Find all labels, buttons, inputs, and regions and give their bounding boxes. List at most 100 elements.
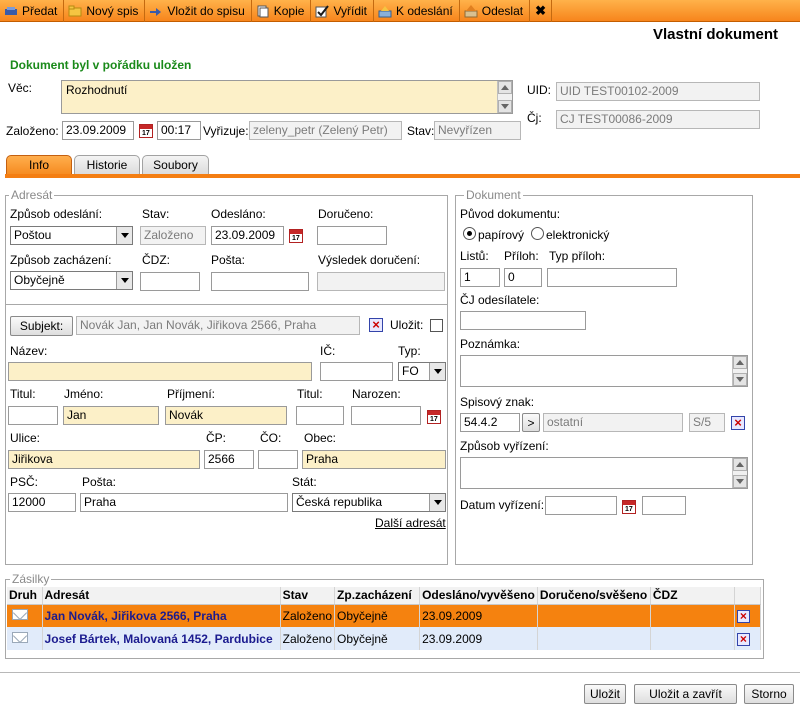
adresat-cell[interactable]: Jan Novák, Jiřikova 2566, Praha	[42, 604, 281, 627]
zachazeni-cell: Obyčejně	[334, 604, 421, 627]
ulozit-a-zavrit-button[interactable]: Uložit a zavřít	[634, 684, 737, 704]
column-header[interactable]: Druh	[7, 587, 43, 605]
odeslat-button[interactable]: Odeslat	[460, 0, 531, 22]
titul2-input[interactable]	[296, 406, 344, 425]
papirovy-label: papírový	[478, 228, 525, 242]
k-odeslani-button[interactable]: K odeslání	[374, 0, 460, 22]
tab-historie[interactable]: Historie	[74, 155, 140, 174]
kopie-button[interactable]: Kopie	[252, 0, 312, 22]
datum-vyrizeni-input[interactable]	[545, 496, 617, 515]
obec-input[interactable]: Praha	[302, 450, 446, 469]
clear-subject-icon[interactable]: ×	[369, 318, 383, 332]
vysledek-field[interactable]	[317, 272, 445, 291]
stav-field[interactable]: Nevyřízen	[434, 121, 521, 140]
priloh-input[interactable]: 0	[504, 268, 542, 287]
stat-select[interactable]: Česká republika	[292, 493, 446, 512]
vec-textarea[interactable]: Rozhodnutí	[61, 80, 513, 114]
vlozit-do-spisu-button[interactable]: Vložit do spisu	[145, 0, 252, 22]
subjekt-button[interactable]: Subjekt:	[10, 316, 73, 336]
uid-field[interactable]: UID TEST00102-2009	[556, 82, 760, 101]
cdz-input[interactable]	[140, 272, 200, 291]
poznamka-scrollbar[interactable]	[732, 356, 747, 386]
scroll-down-icon[interactable]	[498, 100, 512, 113]
spisovy-znak-code[interactable]: S/5	[689, 413, 725, 432]
cp-label: ČP:	[206, 431, 227, 445]
doruceno-input[interactable]	[317, 226, 387, 245]
posta2-input[interactable]: Praha	[80, 493, 288, 512]
zalozeno-time-input[interactable]: 00:17	[157, 121, 201, 140]
co-input[interactable]	[258, 450, 298, 469]
typ-priloh-input[interactable]	[547, 268, 677, 287]
zasilky-table: Druh Adresát Stav Zp.zacházení Odesláno/…	[7, 587, 762, 650]
subjekt-field[interactable]: Novák Jan, Jan Novák, Jiřikova 2566, Pra…	[76, 316, 360, 335]
vec-scrollbar[interactable]	[497, 81, 512, 113]
close-button[interactable]: ✖	[530, 0, 553, 22]
column-header[interactable]: Odesláno/vyvěšeno	[419, 587, 538, 605]
clear-spisovy-znak-icon[interactable]: ×	[731, 416, 745, 430]
posta-input[interactable]	[211, 272, 309, 291]
novy-spis-button[interactable]: Nový spis	[64, 0, 146, 22]
scroll-up-icon[interactable]	[733, 458, 747, 471]
table-row[interactable]: Jan Novák, Jiřikova 2566, Praha Založeno…	[7, 604, 762, 627]
zalozeno-date-input[interactable]: 23.09.2009	[62, 121, 134, 140]
odeslano-input[interactable]: 23.09.2009	[211, 226, 284, 245]
prijmeni-input[interactable]: Novák	[165, 406, 287, 425]
zpusob-zachazeni-select[interactable]: Obyčejně	[10, 271, 133, 290]
titul-input[interactable]	[8, 406, 58, 425]
folder-icon	[68, 4, 82, 18]
calendar-icon[interactable]: 17	[139, 124, 153, 138]
column-header[interactable]: Adresát	[42, 587, 281, 605]
calendar-icon[interactable]: 17	[622, 500, 636, 514]
tab-soubory[interactable]: Soubory	[142, 155, 209, 174]
vyridit-button[interactable]: Vyřídit	[311, 0, 375, 22]
column-header[interactable]: Doručeno/svěšeno	[537, 587, 651, 605]
delete-cell: ×	[734, 604, 762, 627]
ulice-input[interactable]: Jiřikova	[8, 450, 200, 469]
scroll-down-icon[interactable]	[733, 373, 747, 386]
adresat-cell[interactable]: Josef Bártek, Malovaná 1452, Pardubice	[42, 627, 281, 650]
spisovy-znak-arrow-button[interactable]: >	[522, 413, 540, 432]
predat-button[interactable]: Předat	[0, 0, 65, 22]
ulozit-button[interactable]: Uložit	[584, 684, 626, 704]
papirovy-radio[interactable]	[463, 227, 476, 240]
spisovy-znak-label: Spisový znak:	[460, 395, 535, 409]
scroll-up-icon[interactable]	[498, 81, 512, 94]
poznamka-textarea[interactable]	[460, 355, 748, 387]
psc-input[interactable]: 12000	[8, 493, 76, 512]
delete-cell: ×	[734, 627, 762, 650]
adresat-stav-field[interactable]: Založeno	[140, 226, 206, 245]
calendar-icon[interactable]: 17	[427, 410, 441, 424]
spisovy-znak-text[interactable]: ostatní	[543, 413, 683, 432]
scroll-up-icon[interactable]	[733, 356, 747, 369]
datum-vyrizeni-time-input[interactable]	[642, 496, 686, 515]
tab-info[interactable]: Info	[6, 155, 72, 175]
scroll-down-icon[interactable]	[733, 475, 747, 488]
ic-input[interactable]	[320, 362, 393, 381]
column-header[interactable]: Zp.zacházení	[334, 587, 421, 605]
delete-icon[interactable]: ×	[736, 609, 750, 623]
listu-input[interactable]: 1	[460, 268, 500, 287]
page-title: Vlastní dokument	[652, 26, 778, 43]
zpusob-vyrizeni-scrollbar[interactable]	[732, 458, 747, 488]
spisovy-znak-input[interactable]: 54.4.2	[460, 413, 520, 432]
cj-field[interactable]: CJ TEST00086-2009	[556, 110, 760, 129]
narozen-input[interactable]	[351, 406, 421, 425]
zpusob-vyrizeni-textarea[interactable]	[460, 457, 748, 489]
delete-icon[interactable]: ×	[736, 632, 750, 646]
typ-select[interactable]: FO	[398, 362, 446, 381]
elektronicky-radio[interactable]	[531, 227, 544, 240]
calendar-icon[interactable]: 17	[289, 229, 303, 243]
column-header[interactable]: Stav	[280, 587, 336, 605]
table-row[interactable]: Josef Bártek, Malovaná 1452, Pardubice Z…	[7, 627, 762, 650]
ulozit-checkbox[interactable]	[430, 319, 443, 332]
cj-odesilatele-input[interactable]	[460, 311, 586, 330]
column-header[interactable]: ČDZ	[650, 587, 735, 605]
storno-button[interactable]: Storno	[744, 684, 794, 704]
vyrizuje-field[interactable]: zeleny_petr (Zelený Petr)	[249, 121, 402, 140]
nazev-input[interactable]	[8, 362, 312, 381]
zpusob-odeslani-select[interactable]: Poštou	[10, 226, 133, 245]
cp-input[interactable]: 2566	[204, 450, 254, 469]
dalsi-adresat-link[interactable]: Další adresát	[375, 516, 446, 530]
jmeno-input[interactable]: Jan	[63, 406, 159, 425]
cdz-cell	[650, 627, 735, 650]
